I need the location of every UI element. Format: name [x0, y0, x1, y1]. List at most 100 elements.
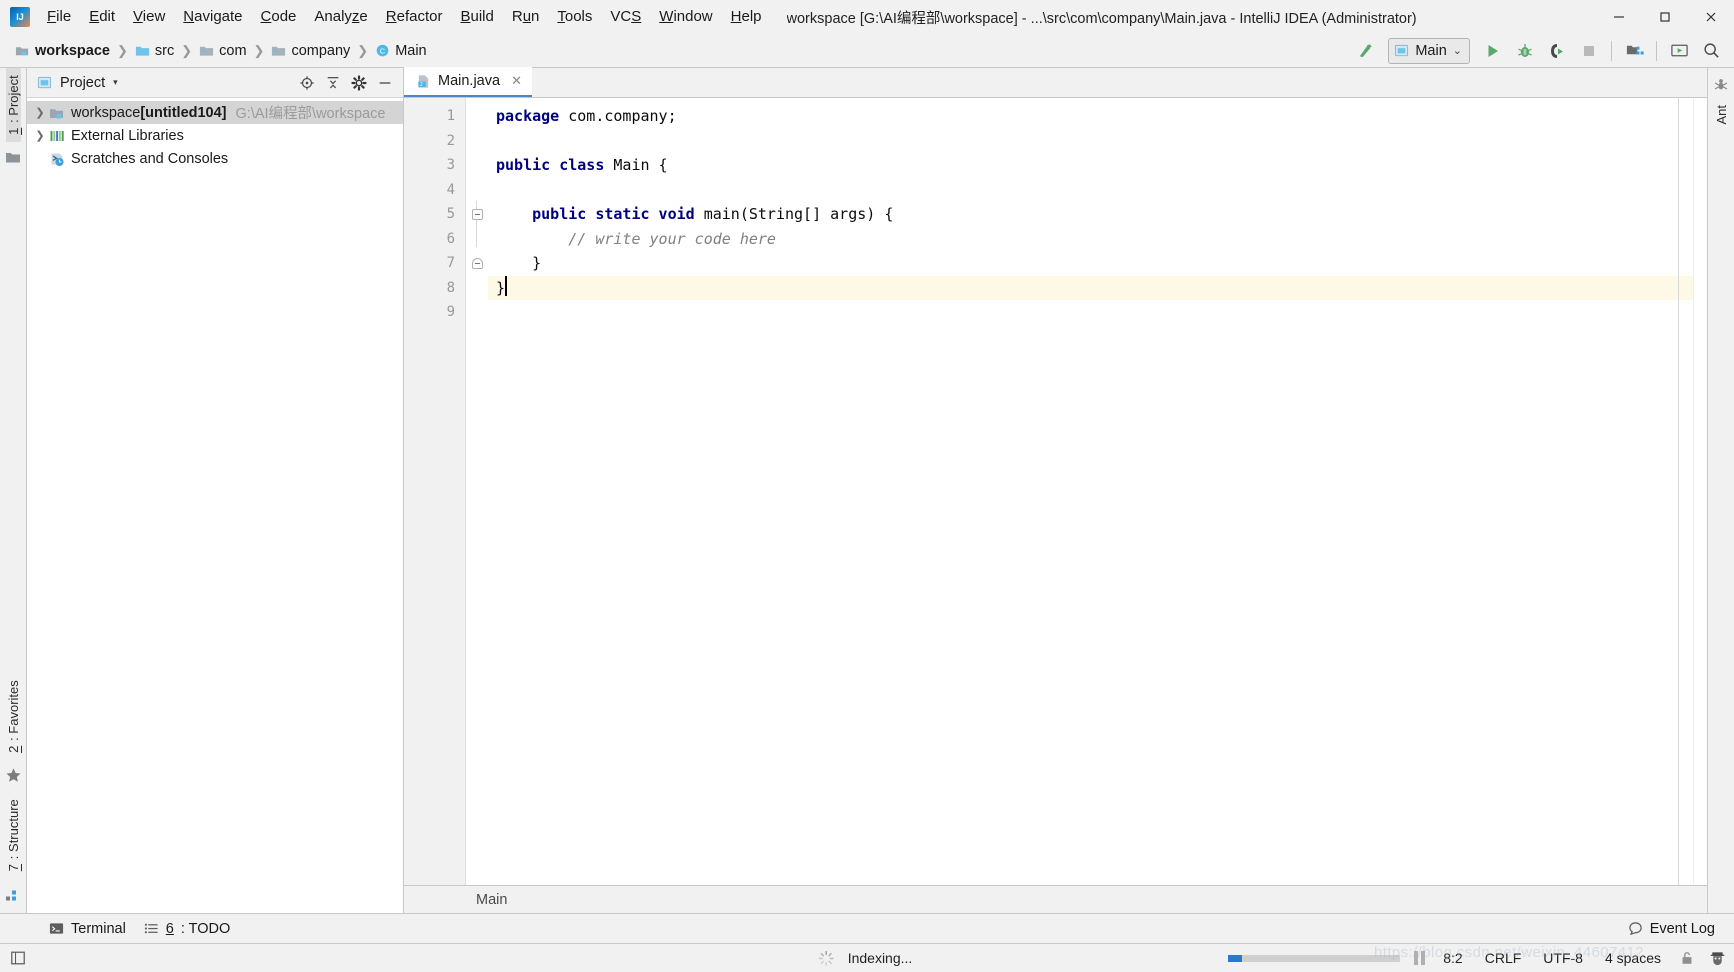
close-tab-icon[interactable]: ✕ — [511, 73, 522, 89]
menu-window[interactable]: Window — [650, 4, 721, 30]
menu-refactor[interactable]: Refactor — [377, 4, 452, 30]
line-number-gutter: 1 2 3 4 5 6 7 8 9 — [404, 98, 466, 885]
stripe-button-ant[interactable]: Ant — [1714, 98, 1729, 132]
editor-tab-main-java[interactable]: J Main.java ✕ — [404, 67, 532, 97]
fold-region-line — [476, 201, 477, 247]
run-configuration-selector[interactable]: Main ⌄ — [1388, 37, 1470, 64]
expand-arrow-icon[interactable]: ❯ — [31, 129, 49, 142]
code-editor[interactable]: 1 2 3 4 5 6 7 8 9 package com.company; p… — [404, 98, 1707, 885]
stripe-button-favorites[interactable]: 2: Favorites — [6, 673, 21, 760]
breadcrumb-item-main[interactable]: C Main — [372, 41, 429, 61]
run-button[interactable] — [1478, 37, 1508, 65]
minimize-button[interactable] — [1596, 0, 1642, 34]
project-tool-window: Project ▾ ❯ workspace [untitled104] G:\A… — [27, 68, 404, 913]
editor-error-stripe[interactable] — [1693, 98, 1707, 885]
close-button[interactable] — [1688, 0, 1734, 34]
caret-position[interactable]: 8:2 — [1439, 948, 1466, 968]
file-encoding[interactable]: UTF-8 — [1539, 948, 1587, 968]
java-class-icon: C — [376, 44, 389, 57]
breadcrumb-item-com[interactable]: com — [196, 41, 249, 61]
collapse-all-button[interactable] — [321, 71, 345, 95]
breadcrumb-label-com: com — [219, 42, 247, 59]
menu-view[interactable]: View — [124, 4, 174, 30]
menu-view-post: iew — [142, 8, 166, 25]
stripe-project-mnemonic: 1 — [5, 127, 21, 135]
show-tool-windows-icon[interactable] — [10, 950, 26, 966]
menu-bar: File Edit View Navigate Code Analyze Ref… — [38, 0, 771, 34]
stripe-ant-label: Ant — [1713, 105, 1729, 125]
fold-toggle-method-end[interactable] — [466, 251, 488, 276]
tool-window-todo[interactable]: 6: TODO — [135, 918, 240, 940]
menu-help-mnemonic: H — [730, 8, 742, 25]
stop-icon — [1584, 45, 1594, 56]
stripe-button-structure[interactable]: 7: Structure — [6, 792, 21, 878]
stop-button[interactable] — [1574, 37, 1604, 65]
stripe-favorites-mnemonic: 2 — [5, 745, 21, 753]
fold-slot — [466, 227, 488, 252]
menu-edit[interactable]: Edit — [80, 4, 124, 30]
tree-path-workspace: G:\AI编程部\workspace — [235, 106, 386, 122]
breadcrumb-label-company: company — [291, 42, 351, 59]
project-structure-button[interactable] — [1619, 37, 1649, 65]
menu-build-mnemonic: B — [460, 8, 471, 25]
hide-icon — [379, 81, 391, 84]
debug-button[interactable] — [1510, 37, 1540, 65]
scratches-icon — [49, 151, 65, 167]
pause-icon[interactable] — [1414, 951, 1426, 965]
menu-file[interactable]: File — [38, 4, 80, 30]
menu-vcs[interactable]: VCS — [601, 4, 650, 30]
fold-slot — [466, 300, 488, 325]
updates-button[interactable] — [1664, 37, 1694, 65]
stripe-button-project[interactable]: 1: Project — [5, 68, 21, 142]
project-folder-icon — [6, 152, 20, 163]
token-keyword: public static void — [532, 205, 695, 223]
tool-window-event-log[interactable]: Event Log — [1619, 918, 1724, 940]
token-text: } — [496, 254, 542, 272]
menu-tools[interactable]: Tools — [548, 4, 601, 30]
maximize-button[interactable] — [1642, 0, 1688, 34]
editor-breadcrumb-main[interactable]: Main — [476, 892, 507, 908]
hide-panel-button[interactable] — [373, 71, 397, 95]
stripe-favorites-icon-wrap — [5, 760, 22, 792]
tree-node-external-libraries[interactable]: ❯ External Libraries — [27, 124, 403, 147]
tree-node-scratches-and-consoles[interactable]: ❯ Scratches and Consoles — [27, 147, 403, 170]
menu-run[interactable]: Run — [503, 4, 549, 30]
run-configuration-label: Main — [1415, 42, 1447, 59]
settings-gear-icon — [351, 74, 367, 91]
chevron-down-icon: ⌄ — [1452, 45, 1462, 57]
menu-build[interactable]: Build — [451, 4, 502, 30]
unlock-icon[interactable] — [1679, 950, 1695, 966]
line-separator[interactable]: CRLF — [1481, 948, 1526, 968]
menu-help[interactable]: Help — [722, 4, 771, 30]
menu-file-mnemonic: F — [47, 8, 57, 25]
breadcrumb-item-company[interactable]: company — [268, 41, 353, 61]
run-icon — [1488, 44, 1498, 57]
search-everywhere-button[interactable] — [1696, 37, 1726, 65]
run-with-coverage-button[interactable] — [1542, 37, 1572, 65]
menu-tools-post: ools — [564, 8, 593, 25]
menu-navigate-post: avigate — [194, 8, 243, 25]
tree-label-external-libraries: External Libraries — [71, 127, 184, 144]
window-controls — [1596, 0, 1734, 34]
code-text[interactable]: package com.company; public class Main {… — [488, 98, 1693, 885]
tree-node-workspace[interactable]: ❯ workspace [untitled104] G:\AI编程部\works… — [27, 101, 403, 124]
breadcrumb-item-workspace[interactable]: workspace — [12, 41, 113, 61]
menu-analyze[interactable]: Analyze — [305, 4, 376, 30]
menu-navigate[interactable]: Navigate — [174, 4, 251, 30]
menu-run-mnemonic: u — [522, 8, 532, 25]
indent-setting[interactable]: 4 spaces — [1601, 948, 1665, 968]
menu-code[interactable]: Code — [252, 4, 306, 30]
expand-arrow-icon[interactable]: ❯ — [31, 106, 49, 119]
fold-toggle-method[interactable] — [466, 202, 488, 227]
panel-settings-button[interactable] — [347, 71, 371, 95]
status-bar: Indexing... 8:2 CRLF UTF-8 4 spaces http… — [0, 943, 1734, 972]
java-file-icon: J — [418, 74, 429, 88]
build-button[interactable] — [1350, 37, 1380, 65]
scroll-from-source-button[interactable] — [295, 71, 319, 95]
inspector-face-icon[interactable] — [1709, 950, 1726, 967]
line-number: 3 — [446, 157, 455, 174]
tree-label-workspace: workspace — [71, 104, 141, 121]
breadcrumb-item-src[interactable]: src — [132, 41, 177, 61]
tool-window-terminal[interactable]: Terminal — [40, 918, 135, 940]
